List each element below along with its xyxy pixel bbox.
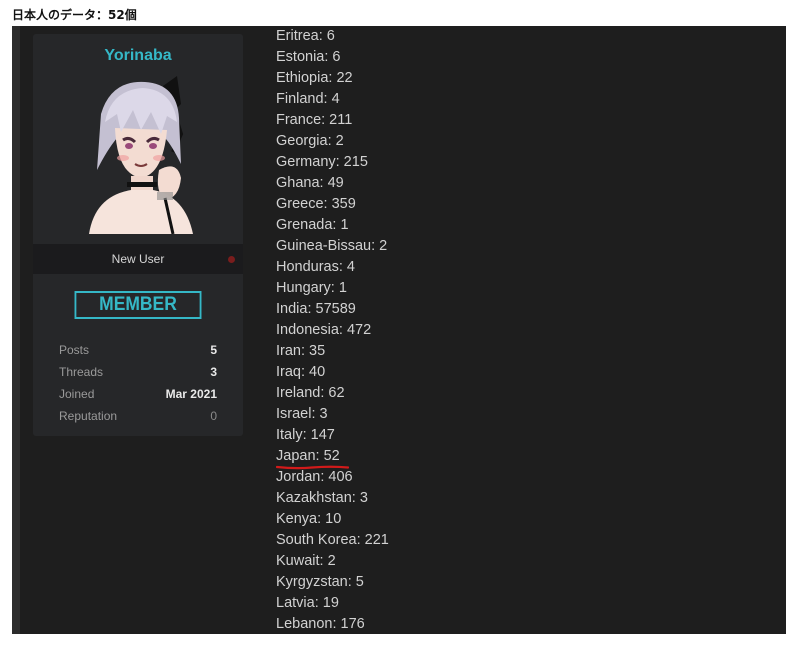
list-item: Germany: 215 (276, 154, 368, 170)
stat-value[interactable]: 3 (210, 361, 217, 383)
list-item: Lebanon: 176 (276, 616, 365, 632)
list-item: Grenada: 1 (276, 217, 349, 233)
stat-reputation: Reputation 0 (59, 405, 217, 427)
stat-value: Mar 2021 (165, 387, 217, 401)
list-item: Kenya: 10 (276, 511, 342, 527)
list-item: India: 57589 (276, 301, 356, 317)
list-item: Jordan: 406 (276, 469, 353, 485)
list-item: Kazakhstan: 3 (276, 490, 368, 506)
user-avatar[interactable] (81, 74, 201, 234)
user-card: Yorinaba New User MEMBER Posts 5 Threads… (33, 34, 243, 436)
username-link[interactable]: Yorinaba (33, 47, 243, 65)
list-item: Indonesia: 472 (276, 322, 372, 338)
list-item: Kyrgyzstan: 5 (276, 574, 364, 590)
stat-label: Joined (59, 387, 95, 401)
list-item: Ethiopia: 22 (276, 70, 353, 86)
list-item: Georgia: 2 (276, 133, 344, 149)
list-item: South Korea: 221 (276, 532, 389, 548)
offline-status-dot (228, 256, 235, 263)
member-badge: MEMBER (74, 291, 202, 319)
list-item: Hungary: 1 (276, 280, 347, 296)
stat-label: Posts (59, 343, 90, 357)
forum-post: Yorinaba New User MEMBER Posts 5 Threads… (12, 26, 786, 634)
list-item: Finland: 4 (276, 91, 340, 107)
user-rank-title: New User (111, 252, 165, 266)
list-item: Latvia: 19 (276, 595, 339, 611)
stat-value[interactable]: 0 (210, 405, 217, 427)
list-item: Iraq: 40 (276, 364, 326, 380)
country-count-list: Eritrea: 6 Estonia: 6 Ethiopia: 22 Finla… (276, 26, 389, 634)
list-item: France: 211 (276, 112, 353, 128)
list-item: Kuwait: 2 (276, 553, 336, 569)
list-item: Honduras: 4 (276, 259, 355, 275)
list-item: Eritrea: 6 (276, 28, 335, 44)
stat-posts: Posts 5 (59, 339, 217, 361)
image-caption: 日本人のデータ：52個 (12, 8, 137, 22)
stat-joined: Joined Mar 2021 (59, 383, 217, 405)
stat-label: Threads (59, 365, 104, 379)
list-item: Ghana: 49 (276, 175, 344, 191)
list-item: Ireland: 62 (276, 385, 345, 401)
stat-value[interactable]: 5 (210, 339, 217, 361)
list-item: Greece: 359 (276, 196, 356, 212)
list-item: Iran: 35 (276, 343, 326, 359)
stat-label: Reputation (59, 409, 118, 423)
list-item-text: Japan: 52 (276, 448, 340, 464)
stat-threads: Threads 3 (59, 361, 217, 383)
list-item: Guinea-Bissau: 2 (276, 238, 388, 254)
list-item: Estonia: 6 (276, 49, 341, 65)
rank-bar: New User (33, 244, 243, 274)
list-item: Italy: 147 (276, 427, 335, 443)
list-item-japan: Japan: 52 (276, 446, 389, 470)
list-item: Israel: 3 (276, 406, 328, 422)
post-left-border (12, 26, 20, 634)
user-stats: Posts 5 Threads 3 Joined Mar 2021 Reputa… (59, 339, 217, 427)
